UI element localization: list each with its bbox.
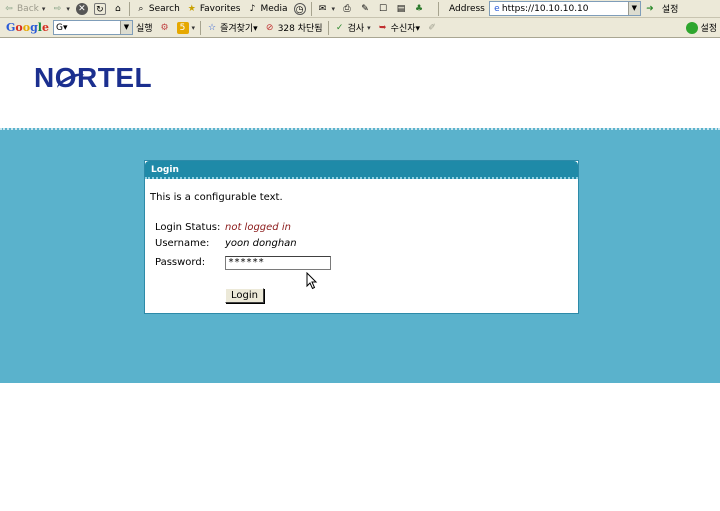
- spell-check-button[interactable]: ✓ 검사 ▾: [331, 20, 374, 36]
- mail-icon: ✉: [318, 3, 327, 14]
- send-to-icon: ➥: [378, 22, 387, 33]
- search-icon: ⌕: [138, 3, 144, 14]
- highlight-button[interactable]: ✐: [423, 20, 441, 36]
- stop-icon: ✕: [75, 2, 88, 15]
- stop-button[interactable]: ✕: [73, 1, 91, 17]
- mail-dropdown-icon: ▾: [331, 4, 336, 13]
- settings-button[interactable]: 설정: [659, 1, 682, 17]
- pagerank-dropdown-icon: ▾: [191, 23, 196, 32]
- messenger-icon: ♣: [414, 3, 424, 14]
- login-status-value: not logged in: [225, 222, 291, 233]
- address-bar[interactable]: e https://10.10.10.10 ▼: [488, 1, 641, 16]
- google-bookmarks-label: 즐겨찾기▾: [220, 24, 258, 34]
- forward-dropdown-icon: ▾: [66, 4, 70, 13]
- send-to-button[interactable]: ➥ 수신자▾: [374, 20, 423, 36]
- forward-arrow-icon: ⇨: [53, 3, 62, 14]
- password-field[interactable]: ******: [225, 256, 331, 270]
- edit-button[interactable]: ✎: [356, 1, 374, 17]
- favorites-folder-icon: ★: [187, 3, 196, 14]
- google-settings-label: 설정: [700, 24, 717, 34]
- home-icon: ⌂: [115, 3, 121, 14]
- nortel-logo: NORTEL: [34, 62, 153, 93]
- spellcheck-icon: ✓: [335, 22, 344, 33]
- google-search-value: G▾: [55, 22, 68, 33]
- search-button[interactable]: ⌕ Search: [132, 1, 183, 17]
- favorites-button[interactable]: ★ Favorites: [183, 1, 244, 17]
- popup-blocked-label: 328 차단됨: [277, 24, 323, 34]
- forward-button[interactable]: ⇨ ▾: [48, 1, 73, 17]
- google-bookmarks-button[interactable]: ☆ 즐겨찾기▾: [203, 20, 261, 36]
- refresh-button[interactable]: ↻: [91, 1, 109, 17]
- address-label: Address: [449, 3, 485, 14]
- messenger-button[interactable]: ♣: [410, 1, 428, 17]
- toolbar-separator: [438, 1, 440, 16]
- print-icon: ⎙: [343, 3, 351, 14]
- toolbar-separator: [128, 1, 130, 16]
- home-button[interactable]: ⌂: [109, 1, 127, 17]
- back-dropdown-icon: ▾: [41, 4, 46, 13]
- options-icon: ⚙: [160, 22, 169, 33]
- google-toolbar: Google G▾ ▼ 실행 ⚙ 5 ▾ ☆ 즐겨찾기▾ ⊘ 328 차단됨 ✓…: [0, 18, 720, 38]
- status-green-icon: [686, 21, 699, 34]
- go-button[interactable]: ➜: [641, 1, 659, 17]
- mouse-cursor-icon: [306, 272, 318, 290]
- login-status-label: Login Status:: [155, 222, 221, 233]
- mail-button[interactable]: ✉ ▾: [314, 1, 339, 17]
- history-button[interactable]: ◷: [291, 1, 309, 17]
- star-icon: ☆: [208, 22, 217, 33]
- spell-check-label: 검사: [347, 24, 365, 34]
- google-search-input[interactable]: G▾ ▼: [52, 20, 133, 35]
- back-arrow-icon: ⇦: [5, 3, 13, 14]
- back-button-label: Back: [17, 3, 39, 14]
- search-button-label: Search: [148, 3, 180, 14]
- pagerank-icon: 5: [176, 21, 189, 34]
- discuss-icon: ☐: [378, 3, 388, 14]
- address-value: https://10.10.10.10: [501, 3, 589, 14]
- google-run-label: 실행: [135, 24, 153, 34]
- toolbar-separator: [310, 1, 312, 16]
- highlighter-icon: ✐: [428, 22, 436, 33]
- page-header: NORTEL: [0, 40, 720, 128]
- settings-label: 설정: [661, 5, 679, 15]
- toolbar-separator: [200, 20, 202, 35]
- google-run-button[interactable]: 실행: [133, 20, 156, 36]
- media-button-label: Media: [260, 3, 288, 14]
- popup-blocker-button[interactable]: ⊘ 328 차단됨: [261, 20, 326, 36]
- address-dropdown-icon[interactable]: ▼: [627, 2, 640, 15]
- password-label: Password:: [155, 257, 206, 268]
- login-intro-text: This is a configurable text.: [150, 192, 283, 203]
- google-settings-button[interactable]: 설정: [683, 20, 720, 36]
- username-value: yoon donghan: [225, 238, 297, 249]
- ie-standard-toolbar: ⇦ Back ▾ ⇨ ▾ ✕ ↻ ⌂ ⌕ Search ★ Favorites …: [0, 0, 720, 18]
- favorites-button-label: Favorites: [199, 3, 241, 14]
- google-logo: Google: [6, 21, 49, 34]
- history-icon: ◷: [293, 2, 306, 15]
- media-button[interactable]: ♪ Media: [243, 1, 290, 17]
- research-icon: ▤: [396, 3, 406, 14]
- google-options-button[interactable]: ⚙: [156, 20, 174, 36]
- google-search-dropdown-icon[interactable]: ▼: [119, 21, 132, 34]
- media-icon: ♪: [249, 3, 256, 14]
- go-arrow-icon: ➜: [646, 3, 654, 14]
- back-button[interactable]: ⇦ Back ▾: [0, 1, 48, 17]
- popup-blocked-icon: ⊘: [265, 22, 274, 33]
- print-button[interactable]: ⎙: [338, 1, 356, 17]
- username-label: Username:: [155, 238, 210, 249]
- google-pagerank-button[interactable]: 5 ▾: [174, 20, 199, 36]
- edit-icon: ✎: [361, 3, 369, 14]
- login-panel-title: Login: [145, 161, 578, 179]
- page-icon: e: [494, 3, 500, 14]
- login-button[interactable]: Login: [225, 288, 264, 303]
- toolbar-separator: [327, 20, 329, 35]
- send-to-label: 수신자▾: [390, 24, 421, 34]
- research-button[interactable]: ▤: [392, 1, 410, 17]
- login-panel: Login This is a configurable text. Login…: [144, 160, 579, 314]
- refresh-icon: ↻: [93, 2, 106, 15]
- discuss-button[interactable]: ☐: [374, 1, 392, 17]
- spell-check-dropdown-icon: ▾: [367, 23, 371, 32]
